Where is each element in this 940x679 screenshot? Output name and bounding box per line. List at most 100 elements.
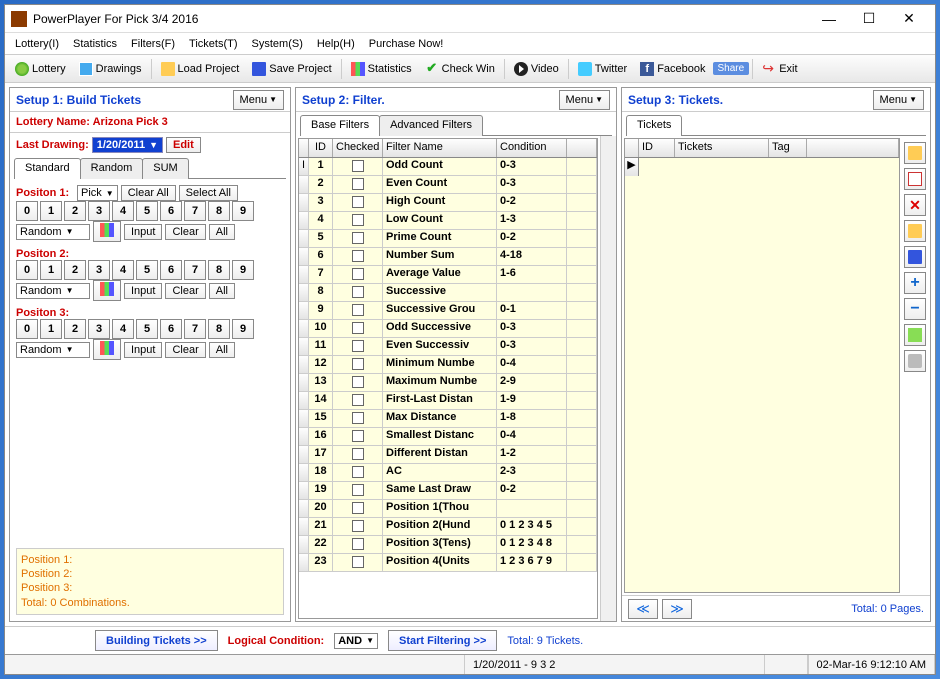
tab-tickets[interactable]: Tickets bbox=[626, 115, 682, 136]
checkbox[interactable] bbox=[352, 232, 364, 244]
checkbox[interactable] bbox=[352, 448, 364, 460]
video-button[interactable]: Video bbox=[508, 58, 565, 80]
add-button[interactable]: + bbox=[904, 272, 926, 294]
load-project-button[interactable]: Load Project bbox=[155, 58, 246, 80]
filter-row[interactable]: 18 AC 2-3 bbox=[299, 464, 597, 482]
panel3-menu-button[interactable]: Menu▼ bbox=[873, 90, 924, 110]
tab-standard[interactable]: Standard bbox=[14, 158, 81, 179]
num-4-button[interactable]: 4 bbox=[112, 201, 134, 221]
panel2-menu-button[interactable]: Menu▼ bbox=[559, 90, 610, 110]
num-5-button[interactable]: 5 bbox=[136, 201, 158, 221]
checkbox[interactable] bbox=[352, 538, 364, 550]
filter-row[interactable]: 11 Even Successiv 0-3 bbox=[299, 338, 597, 356]
menu-tickets[interactable]: Tickets(T) bbox=[183, 36, 243, 52]
delete-button[interactable]: ✕ bbox=[904, 194, 926, 216]
building-tickets-button[interactable]: Building Tickets >> bbox=[95, 630, 218, 651]
checkbox[interactable] bbox=[352, 502, 364, 514]
chart-button[interactable] bbox=[93, 339, 121, 360]
checkbox[interactable] bbox=[352, 340, 364, 352]
open-button[interactable] bbox=[904, 220, 926, 242]
logical-condition-select[interactable]: AND▼ bbox=[334, 633, 378, 649]
num-2-button[interactable]: 2 bbox=[64, 319, 86, 339]
clearall-button[interactable]: Clear All bbox=[121, 185, 176, 201]
num-6-button[interactable]: 6 bbox=[160, 201, 182, 221]
checkbox[interactable] bbox=[352, 268, 364, 280]
new-button[interactable] bbox=[904, 142, 926, 164]
selectall-button[interactable]: Select All bbox=[179, 185, 238, 201]
checkbox[interactable] bbox=[352, 484, 364, 496]
checkbox[interactable] bbox=[352, 286, 364, 298]
facebook-button[interactable]: fFacebook bbox=[634, 58, 711, 80]
num-2-button[interactable]: 2 bbox=[64, 260, 86, 280]
filter-row[interactable]: 15 Max Distance 1-8 bbox=[299, 410, 597, 428]
filters-table[interactable]: ID Checked Filter Name Condition I 1 Odd… bbox=[298, 138, 598, 619]
checkbox[interactable] bbox=[352, 322, 364, 334]
checkbox[interactable] bbox=[352, 196, 364, 208]
filter-row[interactable]: 2 Even Count 0-3 bbox=[299, 176, 597, 194]
tab-base-filters[interactable]: Base Filters bbox=[300, 115, 380, 136]
drawings-button[interactable]: Drawings bbox=[73, 58, 148, 80]
checkbox[interactable] bbox=[352, 358, 364, 370]
all-button[interactable]: All bbox=[209, 283, 235, 299]
edit-row-button[interactable] bbox=[904, 168, 926, 190]
num-5-button[interactable]: 5 bbox=[136, 319, 158, 339]
num-4-button[interactable]: 4 bbox=[112, 319, 134, 339]
clear-button[interactable]: Clear bbox=[165, 283, 205, 299]
filter-row[interactable]: 10 Odd Successive 0-3 bbox=[299, 320, 597, 338]
num-5-button[interactable]: 5 bbox=[136, 260, 158, 280]
clear-button[interactable]: Clear bbox=[165, 224, 205, 240]
statistics-button[interactable]: Statistics bbox=[345, 58, 418, 80]
filter-row[interactable]: 9 Successive Grou 0-1 bbox=[299, 302, 597, 320]
num-9-button[interactable]: 9 bbox=[232, 319, 254, 339]
num-3-button[interactable]: 3 bbox=[88, 201, 110, 221]
checkbox[interactable] bbox=[352, 520, 364, 532]
menu-statistics[interactable]: Statistics bbox=[67, 36, 123, 52]
filter-row[interactable]: 12 Minimum Numbe 0-4 bbox=[299, 356, 597, 374]
tickets-table[interactable]: ID Tickets Tag ▶ bbox=[624, 138, 900, 593]
share-button[interactable]: Share bbox=[713, 62, 750, 75]
checkbox[interactable] bbox=[352, 160, 364, 172]
twitter-button[interactable]: Twitter bbox=[572, 58, 633, 80]
num-7-button[interactable]: 7 bbox=[184, 260, 206, 280]
start-filtering-button[interactable]: Start Filtering >> bbox=[388, 630, 497, 651]
checkbox[interactable] bbox=[352, 394, 364, 406]
checkbox[interactable] bbox=[352, 430, 364, 442]
prev-page-button[interactable]: ≪ bbox=[628, 599, 658, 619]
save-button[interactable] bbox=[904, 246, 926, 268]
tab-random[interactable]: Random bbox=[80, 158, 144, 179]
checkbox[interactable] bbox=[352, 250, 364, 262]
num-6-button[interactable]: 6 bbox=[160, 319, 182, 339]
lottery-button[interactable]: Lottery bbox=[9, 58, 72, 80]
num-1-button[interactable]: 1 bbox=[40, 260, 62, 280]
scrollbar[interactable] bbox=[600, 136, 616, 621]
print-button[interactable] bbox=[904, 350, 926, 372]
filter-row[interactable]: 21 Position 2(Hund 0 1 2 3 4 5 bbox=[299, 518, 597, 536]
tab-sum[interactable]: SUM bbox=[142, 158, 188, 179]
num-0-button[interactable]: 0 bbox=[16, 201, 38, 221]
menu-filters[interactable]: Filters(F) bbox=[125, 36, 181, 52]
tab-advanced-filters[interactable]: Advanced Filters bbox=[379, 115, 483, 136]
num-8-button[interactable]: 8 bbox=[208, 319, 230, 339]
minimize-button[interactable]: — bbox=[809, 7, 849, 31]
input-button[interactable]: Input bbox=[124, 342, 162, 358]
checkbox[interactable] bbox=[352, 304, 364, 316]
filter-row[interactable]: 17 Different Distan 1-2 bbox=[299, 446, 597, 464]
num-3-button[interactable]: 3 bbox=[88, 260, 110, 280]
filter-row[interactable]: 6 Number Sum 4-18 bbox=[299, 248, 597, 266]
filter-row[interactable]: 13 Maximum Numbe 2-9 bbox=[299, 374, 597, 392]
edit-button[interactable]: Edit bbox=[166, 137, 201, 153]
exit-button[interactable]: ↪Exit bbox=[756, 58, 803, 80]
date-picker[interactable]: 1/20/2011▼ bbox=[92, 137, 163, 153]
maximize-button[interactable]: ☐ bbox=[849, 7, 889, 31]
menu-purchase[interactable]: Purchase Now! bbox=[363, 36, 450, 52]
num-1-button[interactable]: 1 bbox=[40, 319, 62, 339]
filter-row[interactable]: 22 Position 3(Tens) 0 1 2 3 4 8 bbox=[299, 536, 597, 554]
checkbox[interactable] bbox=[352, 178, 364, 190]
num-7-button[interactable]: 7 bbox=[184, 201, 206, 221]
menu-help[interactable]: Help(H) bbox=[311, 36, 361, 52]
filter-row[interactable]: 20 Position 1(Thou bbox=[299, 500, 597, 518]
menu-lottery[interactable]: Lottery(I) bbox=[9, 36, 65, 52]
random-select[interactable]: Random ▼ bbox=[16, 283, 90, 299]
num-4-button[interactable]: 4 bbox=[112, 260, 134, 280]
num-7-button[interactable]: 7 bbox=[184, 319, 206, 339]
